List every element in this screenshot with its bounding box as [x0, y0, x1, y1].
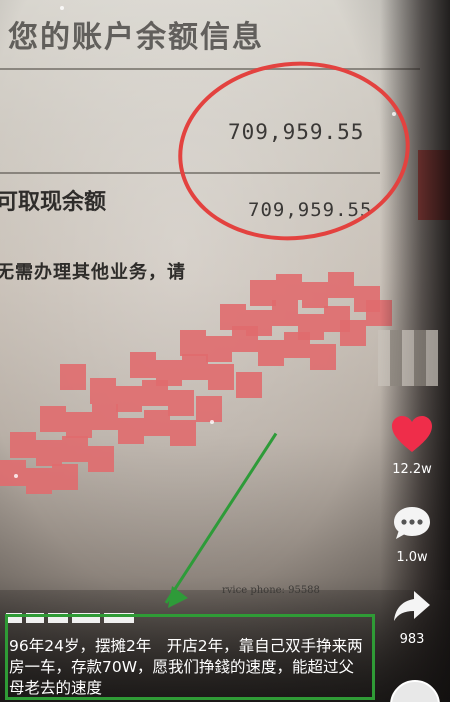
- share-count: 983: [399, 632, 425, 647]
- light-speck: [210, 420, 214, 424]
- pixelated-patch: [378, 330, 438, 386]
- comment-count: 1.0w: [396, 550, 428, 565]
- video-caption[interactable]: 96年24岁，摆摊2年 开店2年，靠自己双手挣来两房一车，存款70W，愿我们挣錢…: [9, 636, 369, 699]
- light-speck: [14, 474, 18, 478]
- table-border-top: [0, 68, 420, 70]
- light-speck: [60, 6, 64, 10]
- comment-icon[interactable]: [391, 504, 433, 542]
- share-icon[interactable]: [392, 588, 432, 624]
- pixelated-mosaic: [0, 260, 420, 500]
- comment-action[interactable]: 1.0w: [384, 504, 440, 565]
- share-action[interactable]: 983: [384, 588, 440, 647]
- like-count: 12.2w: [392, 462, 432, 477]
- faint-service-text: rvice phone: 95588: [222, 585, 320, 596]
- like-action[interactable]: 12.2w: [384, 414, 440, 477]
- green-arrow-head: [168, 586, 188, 608]
- document-title: 您的账户余额信息: [8, 20, 264, 55]
- heart-icon[interactable]: [390, 414, 434, 454]
- withdrawable-label: 可取现余额: [0, 190, 107, 215]
